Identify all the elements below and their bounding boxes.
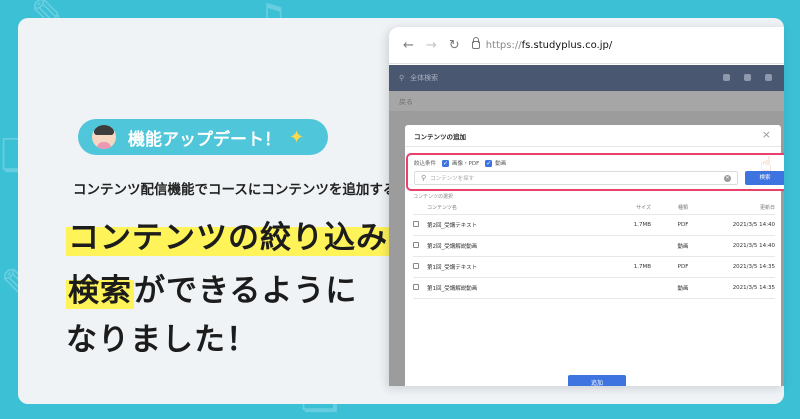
- filter-options: 絞込条件 ✓ 画像・PDF ✓ 動画: [414, 159, 506, 167]
- add-content-modal: コンテンツの追加 × 絞込条件 ✓ 画像・PDF ✓ 動画 ⚲ コンテンツを探す…: [405, 125, 784, 386]
- column-header[interactable]: コンテンツ名: [427, 204, 609, 211]
- content-date: 2021/3/5 14:35: [732, 285, 775, 291]
- back-arrow-icon[interactable]: ←: [403, 38, 414, 53]
- table-row[interactable]: 第2回_受講解説動画 動画 2021/3/5 14:40: [413, 236, 775, 257]
- option-label: 動画: [495, 161, 507, 167]
- add-button[interactable]: 追加: [568, 375, 626, 386]
- notification-icon[interactable]: [723, 74, 730, 81]
- table-row[interactable]: 第2回_受講テキスト 1.7MB PDF 2021/3/5 14:40: [413, 215, 775, 236]
- lock-icon: [471, 37, 480, 49]
- url-host: fs.studyplus.co.jp/: [521, 39, 613, 51]
- badge-text: 機能アップデート！: [128, 129, 281, 150]
- filter-label: 絞込条件: [414, 161, 437, 167]
- close-icon[interactable]: ×: [762, 128, 771, 141]
- subheading: コンテンツ配信機能でコースにコンテンツを追加する時: [73, 182, 410, 198]
- content-name: 第1回_受講解説動画: [427, 286, 478, 292]
- headline-highlight-2: 検索: [66, 273, 134, 309]
- global-search-label[interactable]: 全体検索: [410, 73, 438, 83]
- row-checkbox[interactable]: [413, 284, 419, 290]
- url-protocol: https://: [485, 39, 522, 51]
- content-name: 第2回_受講解説動画: [427, 244, 478, 250]
- reload-icon[interactable]: ↻: [449, 38, 460, 53]
- content-search-input[interactable]: ⚲ コンテンツを探す ×: [414, 171, 738, 185]
- table-row[interactable]: 第1回_受講解説動画 動画 2021/3/5 14:35: [413, 278, 775, 299]
- divider: [405, 146, 781, 147]
- table-header: コンテンツ名 サイズ 種類 更新日: [413, 201, 775, 215]
- header-icons: [723, 74, 772, 81]
- row-checkbox[interactable]: [413, 221, 419, 227]
- search-icon: ⚲: [421, 174, 427, 182]
- clear-icon[interactable]: ×: [724, 175, 731, 182]
- modal-title: コンテンツの追加: [414, 133, 466, 141]
- search-icon: ⚲: [399, 74, 405, 82]
- forward-arrow-icon[interactable]: →: [426, 38, 437, 53]
- content-date: 2021/3/5 14:40: [732, 243, 775, 249]
- content-size: 1.7MB: [633, 264, 651, 270]
- content-type: PDF: [677, 222, 689, 228]
- content-date: 2021/3/5 14:35: [732, 264, 775, 270]
- row-checkbox[interactable]: [413, 242, 419, 248]
- content-table: コンテンツ名 サイズ 種類 更新日 第2回_受講テキスト 1.7MB PDF 2…: [413, 201, 775, 299]
- checkbox-checked-icon[interactable]: ✓: [485, 159, 493, 167]
- update-badge: 機能アップデート！ ✦: [78, 119, 328, 155]
- content-size: 1.7MB: [633, 222, 651, 228]
- back-link[interactable]: 戻る: [389, 91, 784, 111]
- row-checkbox[interactable]: [413, 263, 419, 269]
- content-type: 動画: [677, 286, 689, 292]
- option-label: 画像・PDF: [452, 161, 480, 167]
- checkbox-checked-icon[interactable]: ✓: [442, 159, 450, 167]
- app-screen: ⚲ 全体検索 戻る コンテンツの追加 × 絞込条件 ✓ 画像・PDF ✓ 動画 …: [389, 65, 784, 386]
- address-bar[interactable]: https://fs.studyplus.co.jp/: [471, 37, 613, 51]
- browser-window: ← → ↻ https://fs.studyplus.co.jp/ ⚲ 全体検索…: [389, 27, 784, 386]
- headline-line-2-rest: ができるように: [134, 273, 358, 309]
- browser-toolbar: ← → ↻ https://fs.studyplus.co.jp/: [389, 27, 784, 64]
- headline-line-3: なりました！: [66, 322, 258, 358]
- filter-option-video[interactable]: ✓ 動画: [485, 159, 506, 167]
- content-name: 第2回_受講テキスト: [427, 223, 478, 229]
- content-date: 2021/3/5 14:40: [732, 222, 775, 228]
- content-name: 第1回_受講テキスト: [427, 265, 478, 271]
- filter-panel: 絞込条件 ✓ 画像・PDF ✓ 動画 ⚲ コンテンツを探す × 検索: [406, 153, 784, 191]
- content-type: PDF: [677, 264, 689, 270]
- woman-tipping-hand-icon: [92, 125, 116, 149]
- column-header[interactable]: サイズ: [609, 204, 659, 211]
- column-header[interactable]: 種類: [659, 204, 707, 211]
- table-caption: コンテンツの選択: [413, 194, 454, 200]
- search-placeholder: コンテンツを探す: [430, 176, 475, 182]
- content-type: 動画: [677, 244, 689, 250]
- app-header: ⚲ 全体検索: [389, 65, 784, 91]
- headline-highlight-1: コンテンツの絞り込み: [66, 220, 390, 256]
- pointing-hand-icon: ☝: [760, 152, 773, 176]
- filter-option-image-pdf[interactable]: ✓ 画像・PDF: [442, 159, 479, 167]
- user-icon[interactable]: [765, 74, 772, 81]
- table-row[interactable]: 第1回_受講テキスト 1.7MB PDF 2021/3/5 14:35: [413, 257, 775, 278]
- headline-line-2: 検索ができるように: [66, 265, 357, 310]
- column-header[interactable]: 更新日: [707, 204, 775, 211]
- party-popper-icon: ✦: [289, 126, 305, 148]
- message-icon[interactable]: [744, 74, 751, 81]
- headline-line-1: コンテンツの絞り込み: [66, 212, 390, 257]
